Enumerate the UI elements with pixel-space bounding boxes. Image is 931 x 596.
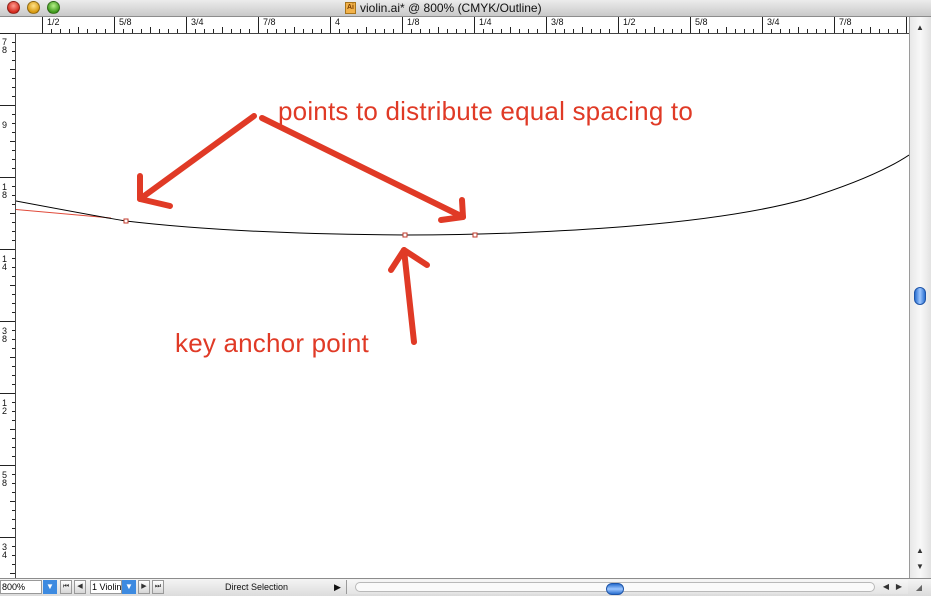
ruler-label: 34 <box>1 542 7 560</box>
annotation-top-text: points to distribute equal spacing to <box>278 96 693 126</box>
horizontal-ruler[interactable]: 1/2 5/8 3/4 7/8 4 1/8 1/4 3/8 1/2 5/8 3/… <box>0 17 909 34</box>
vertical-scrollbar[interactable]: ▲ ▲ ▼ <box>909 17 931 578</box>
ruler-label: 7/8 <box>839 17 852 27</box>
current-tool-status[interactable]: Direct Selection <box>225 581 288 593</box>
ruler-label: 7/8 <box>263 17 276 27</box>
vertical-scroll-thumb[interactable] <box>914 287 926 305</box>
zoom-dropdown-icon[interactable]: ▼ <box>43 580 57 594</box>
ruler-label: 3/4 <box>191 17 204 27</box>
scroll-right-icon[interactable]: ▶ <box>893 581 905 593</box>
status-bar: 800% ▼ ⏮ ◀ 1 Violin ▼ ▶ ⏭ Direct Selecti… <box>0 578 931 596</box>
minimize-button[interactable] <box>27 1 40 14</box>
close-button[interactable] <box>7 1 20 14</box>
zoom-level-field[interactable]: 800% <box>0 580 42 594</box>
ruler-label: 78 <box>1 37 7 55</box>
arrow-right <box>259 115 466 220</box>
horizontal-scrollbar[interactable]: ◀ ▶ <box>346 580 908 595</box>
artboard-field[interactable]: 1 Violin <box>90 580 122 594</box>
horizontal-scroll-thumb[interactable] <box>606 583 624 595</box>
status-menu-icon[interactable]: ▶ <box>334 581 341 593</box>
previous-artboard-icon[interactable]: ◀ <box>74 580 86 594</box>
artboard-dropdown-icon[interactable]: ▼ <box>122 580 136 594</box>
vertical-ruler-ticks <box>0 33 15 574</box>
annotation-bottom-text: key anchor point <box>175 328 369 358</box>
ruler-label: 1/4 <box>479 17 492 27</box>
illustrator-doc-icon: Ai <box>345 2 356 14</box>
window-title: violin.ai* @ 800% (CMYK/Outline) <box>360 1 542 15</box>
ruler-label: 5/8 <box>119 17 132 27</box>
ruler-label: 5/8 <box>695 17 708 27</box>
vertical-ruler[interactable]: 78 9 18 14 38 12 58 34 <box>0 33 16 578</box>
ruler-label: 1/2 <box>47 17 60 27</box>
arrowhead-up <box>388 247 430 273</box>
artboard-canvas[interactable]: points to distribute equal spacing to ke… <box>16 34 909 578</box>
ruler-label: 9 <box>1 120 7 130</box>
first-artboard-icon[interactable]: ⏮ <box>60 580 72 594</box>
scroll-left-icon[interactable]: ◀ <box>880 581 892 593</box>
ruler-label: 1/8 <box>407 17 420 27</box>
ruler-label: 1/2 <box>623 17 636 27</box>
anchor-point[interactable] <box>472 232 478 238</box>
ruler-label: 58 <box>1 470 7 488</box>
scroll-up-arrow-icon[interactable]: ▲ <box>912 23 928 32</box>
ruler-label: 18 <box>1 182 7 200</box>
resize-grip-icon[interactable]: ◢ <box>912 582 926 594</box>
ruler-label: 3/4 <box>767 17 780 27</box>
ruler-label: 4 <box>335 17 341 27</box>
scroll-up-icon[interactable]: ▲ <box>912 546 928 555</box>
key-anchor-point[interactable] <box>402 232 408 238</box>
ruler-label: 3/8 <box>551 17 564 27</box>
ruler-label: 12 <box>1 398 7 416</box>
next-artboard-icon[interactable]: ▶ <box>138 580 150 594</box>
anchor-point[interactable] <box>123 218 129 224</box>
arrow-left <box>137 113 257 202</box>
last-artboard-icon[interactable]: ⏭ <box>152 580 164 594</box>
zoom-button[interactable] <box>47 1 60 14</box>
arrow-up <box>401 247 417 345</box>
scroll-down-icon[interactable]: ▼ <box>912 562 928 571</box>
horizontal-scroll-track[interactable] <box>355 582 875 595</box>
ruler-label: 38 <box>1 326 7 344</box>
annotation-arrows <box>137 113 466 345</box>
title-bar: Ai violin.ai* @ 800% (CMYK/Outline) <box>0 0 931 17</box>
ruler-label: 14 <box>1 254 7 272</box>
